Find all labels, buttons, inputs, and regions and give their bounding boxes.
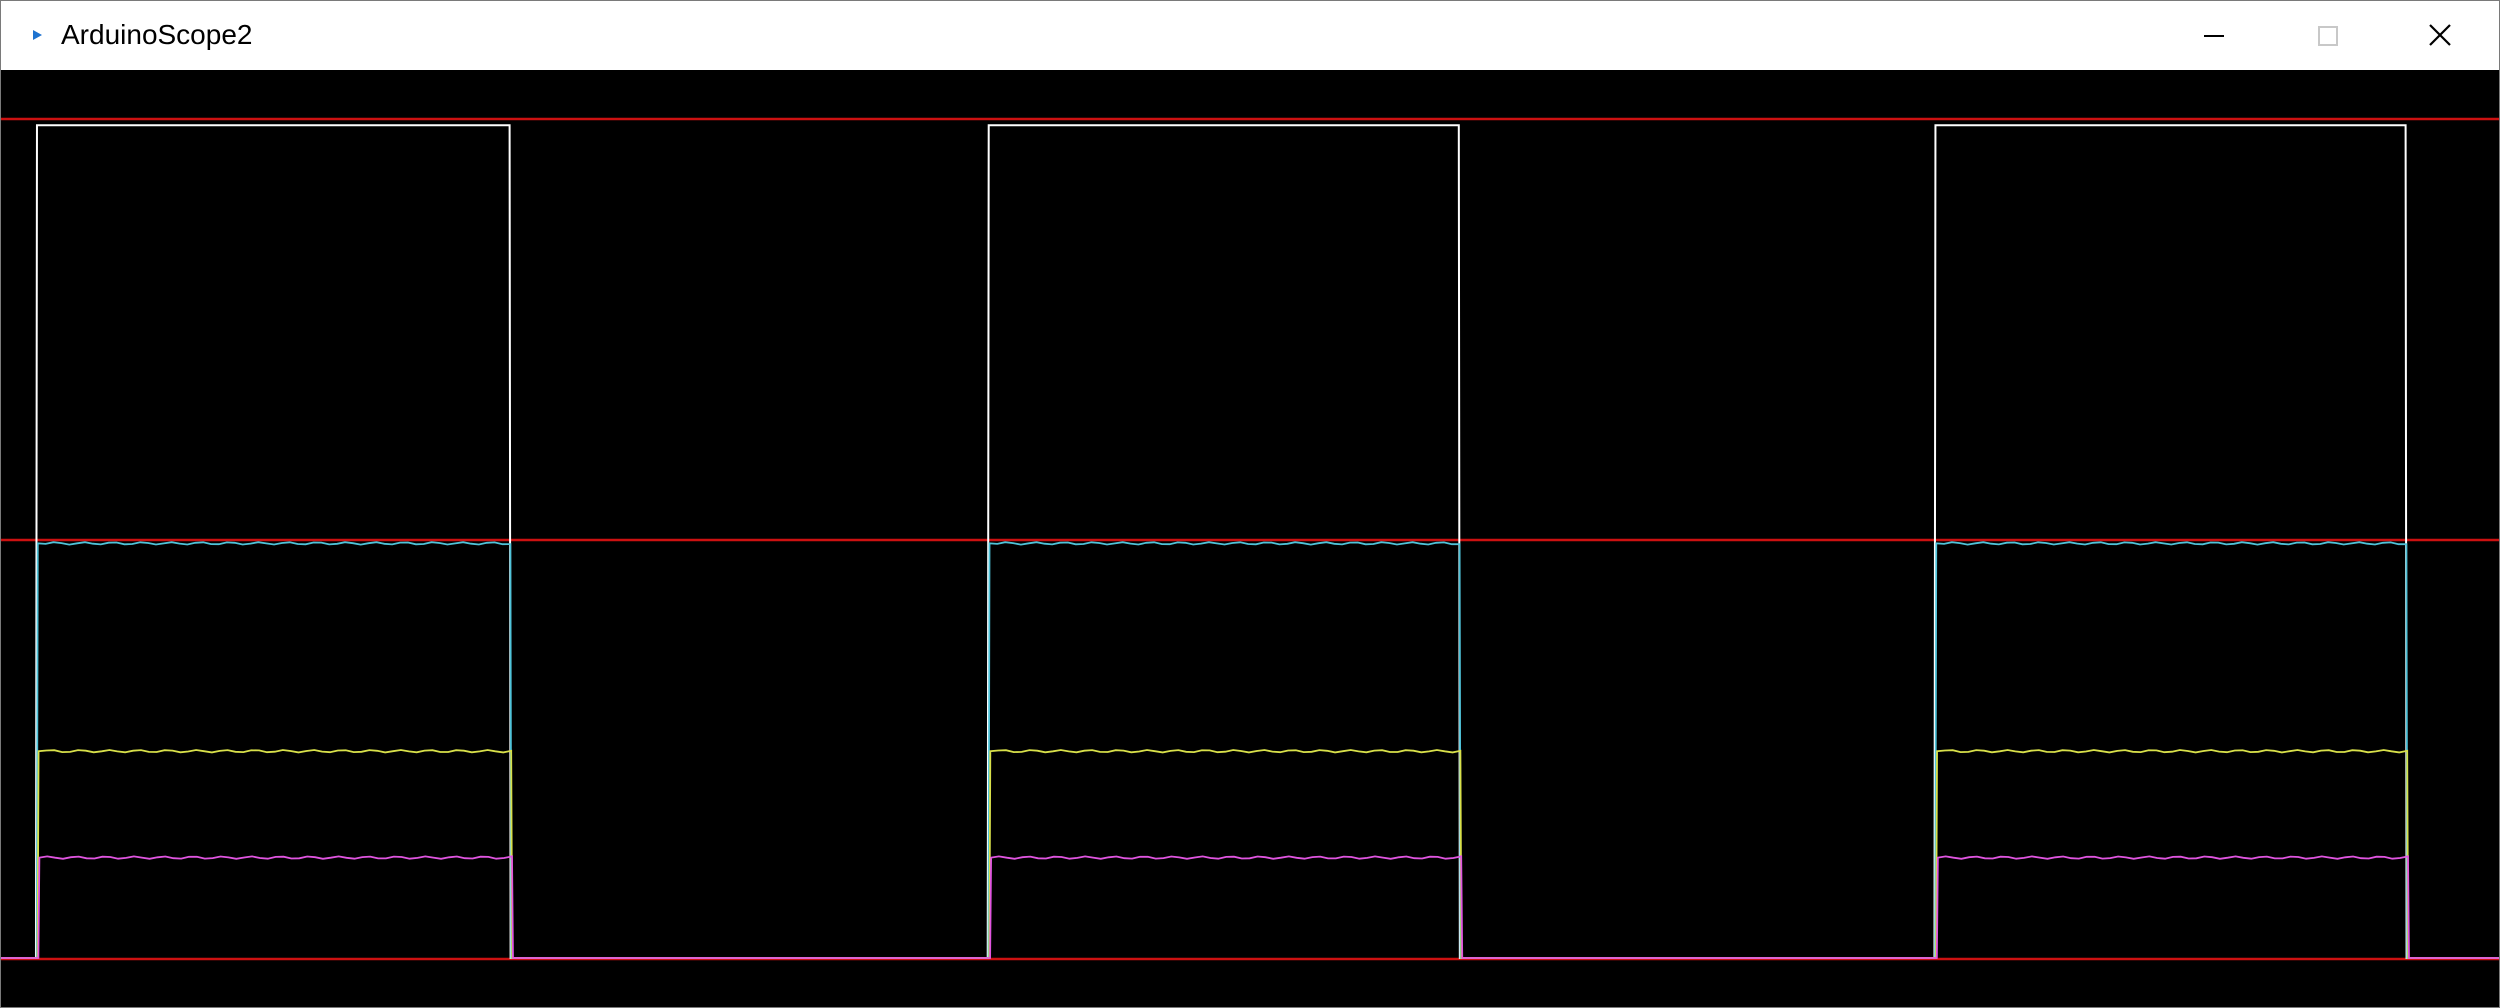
trace-ch3 (1, 749, 2499, 959)
scope-plot (1, 117, 2499, 961)
title-bar[interactable]: ArduinoScope2 (1, 1, 2499, 70)
maximize-icon (2318, 26, 2338, 46)
app-icon (27, 25, 47, 45)
close-icon (2429, 24, 2451, 46)
app-window: ArduinoScope2 (0, 0, 2500, 1008)
close-button[interactable] (2384, 1, 2496, 70)
minimize-button[interactable] (2158, 1, 2270, 70)
minimize-icon (2204, 35, 2224, 37)
maximize-button[interactable] (2271, 1, 2383, 70)
scope-display (1, 70, 2499, 1007)
trace-ch4 (1, 855, 2499, 959)
window-title: ArduinoScope2 (61, 19, 253, 50)
